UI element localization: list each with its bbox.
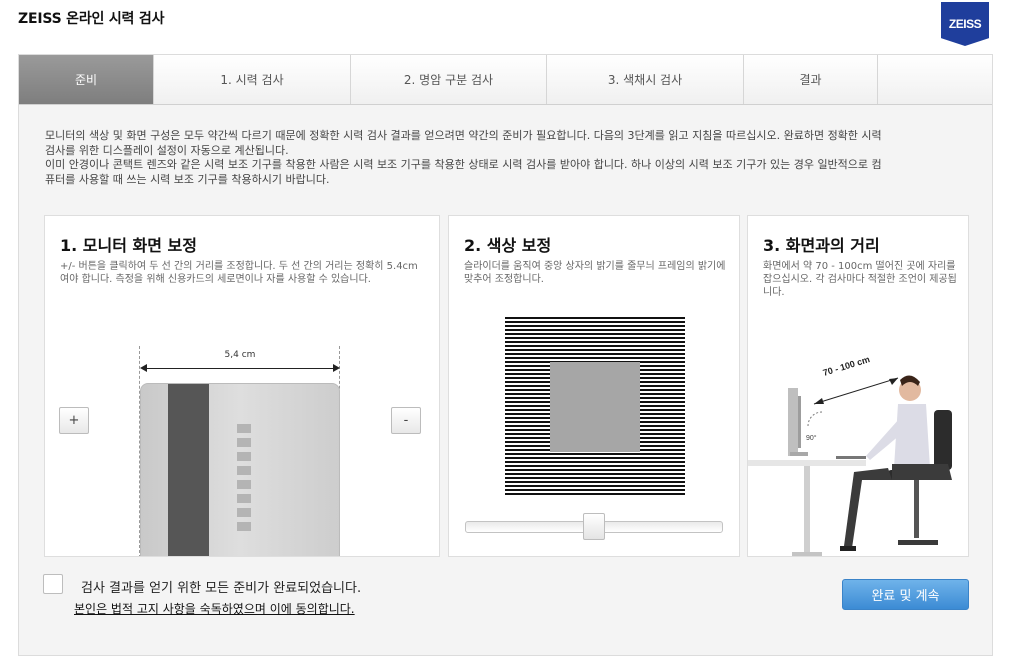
monitor-calibration-card: 1. 모니터 화면 보정 +/- 버튼을 클릭하여 두 선 간의 거리를 조정합… — [44, 215, 440, 557]
tab-visual-acuity[interactable]: 1. 시력 검사 — [154, 55, 351, 104]
intro-paragraph-2: 이미 안경이나 콘택트 렌즈와 같은 시력 보조 기구를 착용한 사람은 시력 … — [45, 158, 882, 186]
ready-checkbox[interactable] — [43, 574, 63, 594]
color-calibration-title: 2. 색상 보정 — [464, 236, 552, 255]
plus-button[interactable]: + — [59, 407, 89, 434]
legal-notice-link[interactable]: 본인은 법적 고지 사항을 숙독하였으며 이에 동의합니다. — [74, 600, 355, 617]
monitor-calibration-title: 1. 모니터 화면 보정 — [60, 236, 197, 255]
arrow-right-icon — [333, 364, 340, 372]
app-title: ZEISS 온라인 시력 검사 — [18, 11, 165, 27]
seated-person-illustration: 70 - 100 cm 90° — [748, 356, 952, 556]
main-panel: 준비 1. 시력 검사 2. 명암 구분 검사 3. 색채시 검사 결과 모니터… — [18, 54, 993, 656]
angle-label: 90° — [806, 434, 817, 442]
monitor-calibration-desc: +/- 버튼을 클릭하여 두 선 간의 거리를 조정합니다. 두 선 간의 거리… — [60, 261, 418, 285]
brightness-slider-handle[interactable] — [583, 513, 605, 540]
card-embossed-text-icon — [237, 424, 251, 534]
header: ZEISS 온라인 시력 검사 ZEISS — [0, 0, 1022, 52]
arrow-left-icon — [140, 364, 147, 372]
zeiss-logo: ZEISS — [941, 2, 989, 46]
color-calibration-desc: 슬라이더를 움직여 중앙 상자의 밝기를 줄무늬 프레임의 밝기에 맞추어 조정… — [464, 261, 726, 285]
tab-preparation[interactable]: 준비 — [19, 55, 154, 104]
ready-confirm-text: 검사 결과를 얻기 위한 모든 준비가 완료되었습니다. — [81, 581, 362, 596]
brightness-box — [550, 362, 640, 452]
tab-results[interactable]: 결과 — [744, 55, 878, 104]
distance-desc: 화면에서 약 70 - 100cm 떨어진 곳에 자리를 잡으십시오. 각 검사… — [763, 261, 957, 298]
tab-color-vision[interactable]: 3. 색채시 검사 — [547, 55, 744, 104]
step-tabs: 준비 1. 시력 검사 2. 명암 구분 검사 3. 색채시 검사 결과 — [19, 55, 992, 105]
distance-label: 70 - 100 cm — [822, 356, 871, 378]
striped-frame — [505, 317, 685, 497]
measure-arrow-line — [143, 368, 336, 369]
distance-title: 3. 화면과의 거리 — [763, 236, 880, 255]
magnetic-stripe — [168, 384, 209, 556]
intro-text: 모니터의 색상 및 화면 구성은 모두 약간씩 다르기 때문에 정확한 시력 검… — [45, 129, 885, 187]
credit-card-image — [140, 383, 340, 556]
minus-button[interactable]: - — [391, 407, 421, 434]
measure-label: 5,4 cm — [224, 350, 256, 360]
tab-contrast[interactable]: 2. 명암 구분 검사 — [351, 55, 547, 104]
distance-card: 3. 화면과의 거리 화면에서 약 70 - 100cm 떨어진 곳에 자리를 … — [747, 215, 969, 557]
complete-continue-button[interactable]: 완료 및 계속 — [842, 579, 969, 610]
intro-paragraph-1: 모니터의 색상 및 화면 구성은 모두 약간씩 다르기 때문에 정확한 시력 검… — [45, 129, 882, 157]
color-calibration-card: 2. 색상 보정 슬라이더를 움직여 중앙 상자의 밝기를 줄무늬 프레임의 밝… — [448, 215, 740, 557]
